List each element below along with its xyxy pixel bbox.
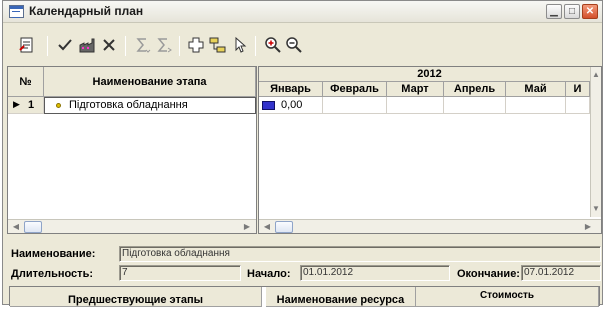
sum-left-icon[interactable] bbox=[133, 36, 153, 56]
start-label: Начало: bbox=[247, 268, 291, 280]
month-header: Февраль bbox=[323, 82, 387, 97]
zoom-out-icon[interactable] bbox=[284, 36, 304, 56]
month-header: Май bbox=[506, 82, 566, 97]
toolbar-separator bbox=[125, 36, 126, 56]
month-header: И bbox=[566, 82, 590, 97]
scroll-right-icon[interactable]: ▶ bbox=[581, 221, 595, 233]
vertical-scrollbar[interactable]: ▲ ▼ bbox=[590, 67, 601, 217]
delete-icon[interactable] bbox=[99, 36, 119, 56]
prev-stages-header[interactable]: Предшествующие этапы bbox=[10, 287, 262, 307]
factory-icon[interactable] bbox=[77, 36, 97, 56]
end-date-field[interactable]: 07.01.2012 bbox=[521, 265, 601, 281]
bottom-tables: Предшествующие этапы Наименование ресурс… bbox=[9, 286, 600, 307]
scroll-thumb[interactable] bbox=[24, 221, 42, 233]
sum-right-icon[interactable] bbox=[154, 36, 174, 56]
stages-grid: № Наименование этапа ▶ 1 Підготовка обла… bbox=[7, 66, 257, 234]
resource-name-header[interactable]: Наименование ресурса bbox=[266, 287, 416, 307]
scroll-left-icon[interactable]: ◀ bbox=[260, 221, 274, 233]
start-date-field[interactable]: 01.01.2012 bbox=[300, 265, 450, 281]
form-icon[interactable] bbox=[17, 36, 37, 56]
scroll-left-icon[interactable]: ◀ bbox=[9, 221, 23, 233]
zoom-in-icon[interactable] bbox=[263, 36, 283, 56]
cost-header[interactable]: Стоимость bbox=[416, 287, 599, 307]
calendar-window-icon bbox=[9, 5, 24, 18]
gantt-grid: 2012 Январь Февраль Март Апрель Май И 0,… bbox=[258, 66, 602, 234]
scroll-down-icon[interactable]: ▼ bbox=[589, 203, 603, 215]
hierarchy-icon[interactable] bbox=[208, 36, 228, 56]
scroll-thumb[interactable] bbox=[275, 221, 293, 233]
end-label: Окончание: bbox=[457, 268, 520, 280]
stage-marker-icon bbox=[56, 103, 61, 108]
column-header-stage-name[interactable]: Наименование этапа bbox=[44, 67, 256, 97]
month-header: Апрель bbox=[444, 82, 506, 97]
stage-name: Підготовка обладнання bbox=[69, 99, 188, 111]
column-header-no[interactable]: № bbox=[8, 67, 44, 97]
table-row[interactable]: ▶ 1 Підготовка обладнання bbox=[8, 97, 256, 114]
gantt-bar[interactable] bbox=[262, 101, 275, 110]
calendar-plan-window: Календарный план ▁ □ ✕ № Наименование эт… bbox=[2, 0, 603, 307]
minimize-button[interactable]: ▁ bbox=[546, 4, 562, 19]
duration-label: Длительность: bbox=[11, 268, 93, 280]
name-field[interactable]: Підготовка обладнання bbox=[119, 246, 601, 262]
gantt-horizontal-scrollbar[interactable]: ◀ ▶ bbox=[259, 219, 601, 233]
name-label: Наименование: bbox=[11, 248, 96, 260]
month-header: Январь bbox=[259, 82, 323, 97]
title-bar: Календарный план ▁ □ ✕ bbox=[3, 1, 602, 23]
months-header: Январь Февраль Март Апрель Май И bbox=[259, 82, 601, 97]
check-icon[interactable] bbox=[55, 36, 75, 56]
scroll-right-icon[interactable]: ▶ bbox=[240, 221, 254, 233]
window-title: Календарный план bbox=[29, 4, 144, 18]
toolbar bbox=[3, 24, 602, 64]
horizontal-scrollbar[interactable]: ◀ ▶ bbox=[8, 219, 256, 233]
toolbar-separator bbox=[179, 36, 180, 56]
duration-field[interactable]: 7 bbox=[119, 265, 241, 281]
year-header: 2012 bbox=[259, 67, 601, 82]
close-button[interactable]: ✕ bbox=[582, 4, 598, 19]
gantt-value: 0,00 bbox=[281, 99, 303, 111]
add-stage-icon[interactable] bbox=[186, 36, 206, 56]
toolbar-separator bbox=[47, 36, 48, 56]
toolbar-separator bbox=[255, 36, 256, 56]
scroll-up-icon[interactable]: ▲ bbox=[589, 69, 603, 81]
current-row-indicator-icon: ▶ bbox=[13, 99, 20, 109]
row-number: 1 bbox=[28, 99, 35, 111]
month-header: Март bbox=[387, 82, 444, 97]
pointer-icon[interactable] bbox=[230, 36, 250, 56]
gantt-row[interactable]: 0,00 bbox=[259, 97, 590, 114]
maximize-button[interactable]: □ bbox=[564, 4, 580, 19]
